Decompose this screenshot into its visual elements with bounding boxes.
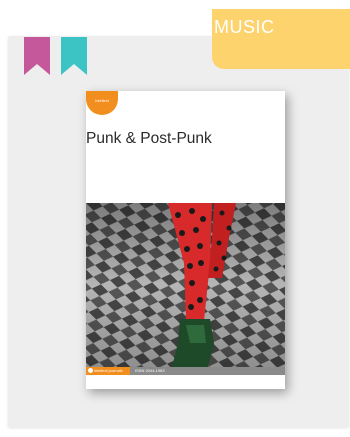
cover-title: Punk & Post-Punk — [86, 130, 212, 147]
publisher-badge: Intellect — [86, 91, 118, 115]
cover-footer: intellect journals ISSN 2044-1983 — [86, 367, 285, 375]
cover-photo — [86, 203, 285, 367]
publisher-name: intellect journals — [94, 368, 123, 373]
journal-cover[interactable]: Intellect Punk & Post-Punk intellect jou… — [86, 91, 285, 389]
category-label: MUSIC — [214, 17, 275, 37]
issn-text: ISSN 2044-1983 — [135, 368, 165, 373]
publisher-logo-icon — [88, 368, 93, 373]
bookmark-pink-icon[interactable] — [24, 37, 50, 75]
bookmark-teal-icon[interactable] — [61, 37, 87, 75]
publisher-logo: intellect journals — [86, 367, 130, 375]
